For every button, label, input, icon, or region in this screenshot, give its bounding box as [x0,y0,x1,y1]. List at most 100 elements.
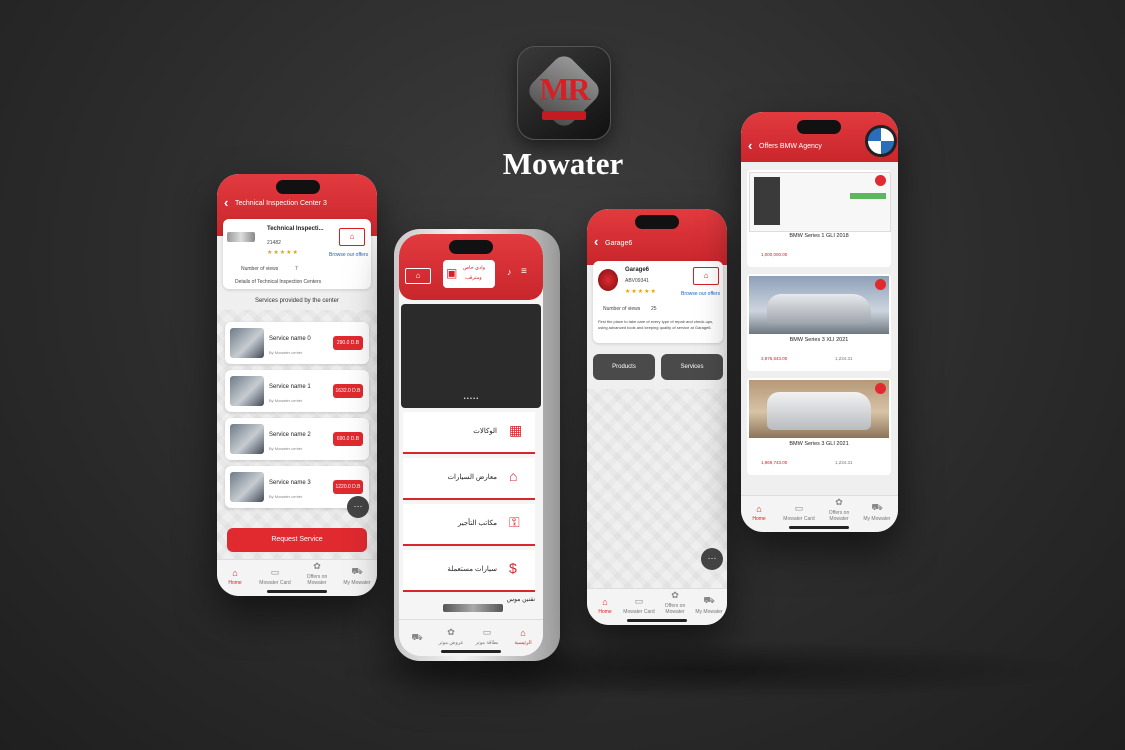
nav-my-mowater[interactable]: ⛟ My Mowater [339,566,375,586]
request-service-button[interactable]: Request Service [227,528,367,552]
back-icon[interactable]: ‹ [748,138,752,153]
center-id: 21482 [267,240,281,246]
center-info-card: Technical Inspecti... 21482 ★★★★★ ⌂ Brow… [223,219,371,289]
offers-icon: ✿ [447,627,455,637]
nav-offers[interactable]: ✿ Offers on Mowater [299,561,335,586]
home-indicator [441,650,501,653]
car-title: BMW Series 1 GLI 2018 [789,233,849,239]
car-image [749,172,891,232]
service-thumbnail [230,472,264,502]
menu-label: الوكالات [473,428,497,435]
list-item[interactable]: BMW Series 1 GLI 2018 1,000,000.00 [747,170,891,267]
screenshot-bar [850,193,886,199]
service-sub: By Mowater center [269,494,303,499]
card-icon: ▭ [270,567,280,577]
nav-label: Offers on Mowater [306,574,328,586]
list-item[interactable]: BMW Series 3 XLI 2021 3,876,543.00 1,234… [747,274,891,371]
page-title: Offers BMW Agency [759,143,822,150]
menu-label: مكاتب التأجير [457,520,497,527]
nav-mowater-card[interactable]: ▭ Mowater Card [257,567,293,586]
nav-mowater-card[interactable]: ▭ Mowater Card [781,503,817,522]
notification-bell-icon[interactable]: ♪ [507,267,512,277]
list-item[interactable]: BMW Series 3 GLI 2021 1,969,743.00 1,234… [747,378,891,475]
card-icon: ▭ [634,596,644,606]
phone-notch [797,120,841,134]
nav-offers[interactable]: ✿ Offers on Mowater [821,497,857,522]
nav-home[interactable]: ⌂ Home [217,568,253,586]
header-promo-badge[interactable]: ▣ وادي خاص ومترقب [443,260,495,288]
offers-icon: ✿ [671,590,679,600]
car-icon: ⛟ [351,566,363,576]
list-item[interactable]: Service name 1 By Mowater center 1632.0 … [225,370,369,412]
promo-line2: ومترقب [465,275,482,281]
card-icon: ▭ [794,503,804,513]
service-sub: By Mowater center [269,446,303,451]
views-label: Number of views [603,306,641,312]
garage-id: ABV09341 [625,278,649,284]
browse-offers-link[interactable]: Browse our offers [681,291,720,297]
home-icon: ⌂ [756,504,762,514]
more-options-icon[interactable]: ··· [701,548,723,570]
nav-my-mowater[interactable]: ⛟ My Mowater [691,595,727,615]
price-button[interactable]: 690.0 D.B [333,432,363,446]
car-price: 3,876,543.00 [761,356,788,361]
services-button[interactable]: Services [661,354,723,380]
nav-home[interactable]: ⌂ Home [741,504,777,522]
price-button[interactable]: 290.0 D.B [333,336,363,350]
page-title: Technical Inspection Center 3 [235,200,327,207]
offers-icon: ✿ [313,561,321,571]
back-icon[interactable]: ‹ [594,234,598,249]
home-icon: ⌂ [232,568,238,578]
shopping-bag-icon: ▣ [446,266,458,280]
phone-garage: ‹ Garage6 Garage6 ABV09341 ★★★★★ ⌂ Brows… [587,209,727,625]
garage-logo-icon [598,269,618,291]
garage-name: Garage6 [625,267,650,273]
offer-badge-icon [875,383,886,394]
screenshot-sidebar [754,177,780,225]
phone-notch [635,215,679,229]
home-icon: ⌂ [602,597,608,607]
service-sub: By Mowater center [269,398,303,403]
key-icon: ⚿ [509,514,520,530]
views-value: 7 [295,266,298,272]
dollar-car-icon: $ [509,560,517,576]
menu-item-used-cars[interactable]: سيارات مستعملة $ [403,550,535,592]
menu-icon[interactable]: ≡ [521,266,527,277]
more-options-icon[interactable]: ··· [347,496,369,518]
nav-mowater-card[interactable]: ▭ Mowater Card [621,596,657,615]
car-silhouette [767,392,871,430]
card-icon: ▭ [482,627,492,637]
nav-label: Mowater Card [623,609,655,615]
nav-my-mowater[interactable]: ⛟ My Mowater [859,502,895,522]
nav-home[interactable]: ⌂ Home [587,597,623,615]
showroom-icon: ⌂ [509,468,518,484]
offer-badge-icon [875,175,886,186]
banner-carousel[interactable]: • • • • • [401,304,541,408]
nav-offers[interactable]: ✿ عروض موتر [433,627,469,646]
menu-item-rental[interactable]: مكاتب التأجير ⚿ [403,504,535,546]
offer-badge-icon [875,279,886,290]
price-button[interactable]: 1220.0 D.B [333,480,363,494]
nav-home[interactable]: ⌂ الرئيسية [505,628,541,646]
nav-label: بطاقة موتر [475,640,499,646]
section-title: Services provided by the center [254,298,340,304]
nav-my-mowater[interactable]: ⛟ [399,632,435,646]
price-button[interactable]: 1632.0 D.B [333,384,363,398]
list-item[interactable]: Service name 0 By Mowater center 290.0 D… [225,322,369,364]
list-item[interactable]: Service name 2 By Mowater center 690.0 D… [225,418,369,460]
products-button[interactable]: Products [593,354,655,380]
menu-item-agencies[interactable]: الوكالات ▦ [403,412,535,454]
logo-band [542,111,586,120]
menu-item-showrooms[interactable]: معارض السيارات ⌂ [403,458,535,500]
page-title: Garage6 [605,240,633,247]
service-thumbnail [230,376,264,406]
service-name: Service name 3 [269,480,311,486]
nav-mowater-card[interactable]: ▭ بطاقة موتر [469,627,505,646]
home-indicator [789,526,849,529]
back-icon[interactable]: ‹ [224,195,228,210]
service-name: Service name 2 [269,432,311,438]
nav-label: My Mowater [863,516,891,522]
nav-offers[interactable]: ✿ Offers on Mowater [657,590,693,615]
browse-offers-link[interactable]: Browse our offers [329,252,368,258]
center-details: Details of Technical Inspection Centers [235,279,322,285]
